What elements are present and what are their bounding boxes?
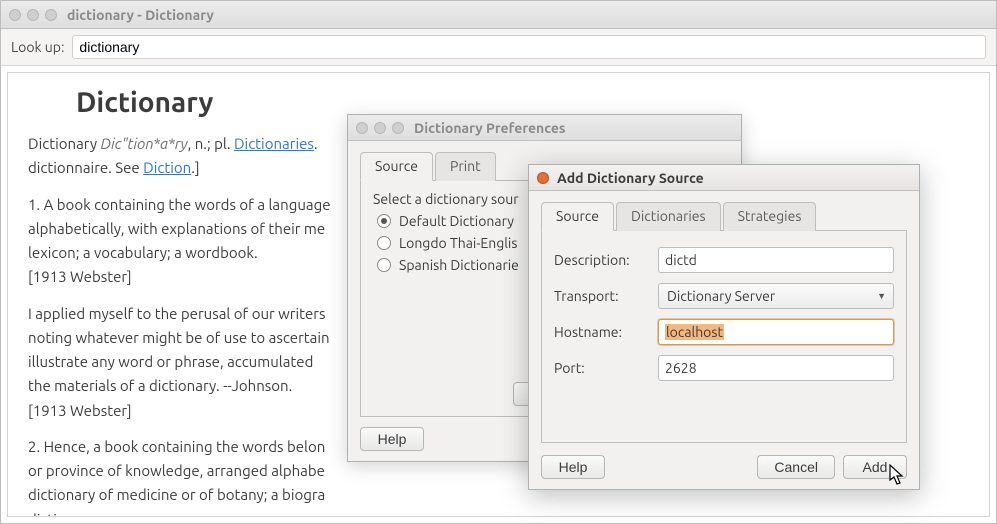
add-button[interactable]: Add (843, 455, 907, 479)
tab-source[interactable]: Source (541, 202, 614, 231)
port-input[interactable]: 2628 (658, 355, 894, 381)
port-label: Port: (554, 360, 650, 376)
pos: , n.; pl. (188, 135, 234, 152)
source-option-label: Spanish Dictionarie (399, 257, 519, 273)
hostname-input[interactable]: localhost (658, 319, 894, 345)
main-titlebar: dictionary - Dictionary (1, 1, 996, 29)
maximize-icon[interactable] (45, 9, 57, 21)
transport-value: Dictionary Server (667, 288, 775, 304)
prefs-help-button[interactable]: Help (360, 427, 424, 451)
description-label: Description: (554, 252, 650, 268)
tab-print[interactable]: Print (435, 152, 496, 181)
transport-combo[interactable]: Dictionary Server (658, 283, 894, 309)
add-source-title: Add Dictionary Source (557, 170, 704, 186)
pron-head: Dictionary (28, 135, 97, 152)
window-controls[interactable] (9, 9, 57, 21)
lookup-bar: Look up: (1, 29, 996, 66)
source-option-label: Default Dictionary (399, 213, 514, 229)
radio-icon[interactable] (377, 258, 391, 272)
lookup-input[interactable] (72, 35, 986, 59)
add-source-dialog: Add Dictionary Source Source Dictionarie… (528, 164, 920, 490)
transport-label: Transport: (554, 288, 650, 304)
source-option-label: Longdo Thai-Englis (399, 235, 517, 251)
minimize-icon[interactable] (27, 9, 39, 21)
preferences-titlebar: Dictionary Preferences (348, 115, 741, 141)
window-title: dictionary - Dictionary (67, 7, 214, 23)
radio-icon[interactable] (377, 236, 391, 250)
preferences-title: Dictionary Preferences (414, 120, 566, 136)
add-source-tabs: Source Dictionaries Strategies (541, 201, 907, 231)
tab-dictionaries[interactable]: Dictionaries (616, 202, 721, 231)
maximize-icon[interactable] (392, 122, 404, 134)
close-icon[interactable] (9, 9, 21, 21)
add-source-help-button[interactable]: Help (541, 455, 605, 479)
etymon-link[interactable]: Diction (143, 159, 191, 176)
window-controls[interactable] (356, 122, 404, 134)
minimize-icon[interactable] (374, 122, 386, 134)
cancel-button[interactable]: Cancel (757, 455, 835, 479)
tab-strategies[interactable]: Strategies (723, 202, 817, 231)
add-source-titlebar: Add Dictionary Source (529, 165, 919, 191)
tab-source[interactable]: Source (360, 152, 433, 181)
close-icon[interactable] (356, 122, 368, 134)
hostname-label: Hostname: (554, 324, 650, 340)
lookup-label: Look up: (11, 39, 64, 55)
radio-icon[interactable] (377, 214, 391, 228)
plural-link[interactable]: Dictionaries (234, 135, 314, 152)
pronunciation: Dic"tion*a*ry (100, 135, 187, 152)
close-icon[interactable] (537, 172, 549, 184)
description-input[interactable]: dictd (658, 247, 894, 273)
